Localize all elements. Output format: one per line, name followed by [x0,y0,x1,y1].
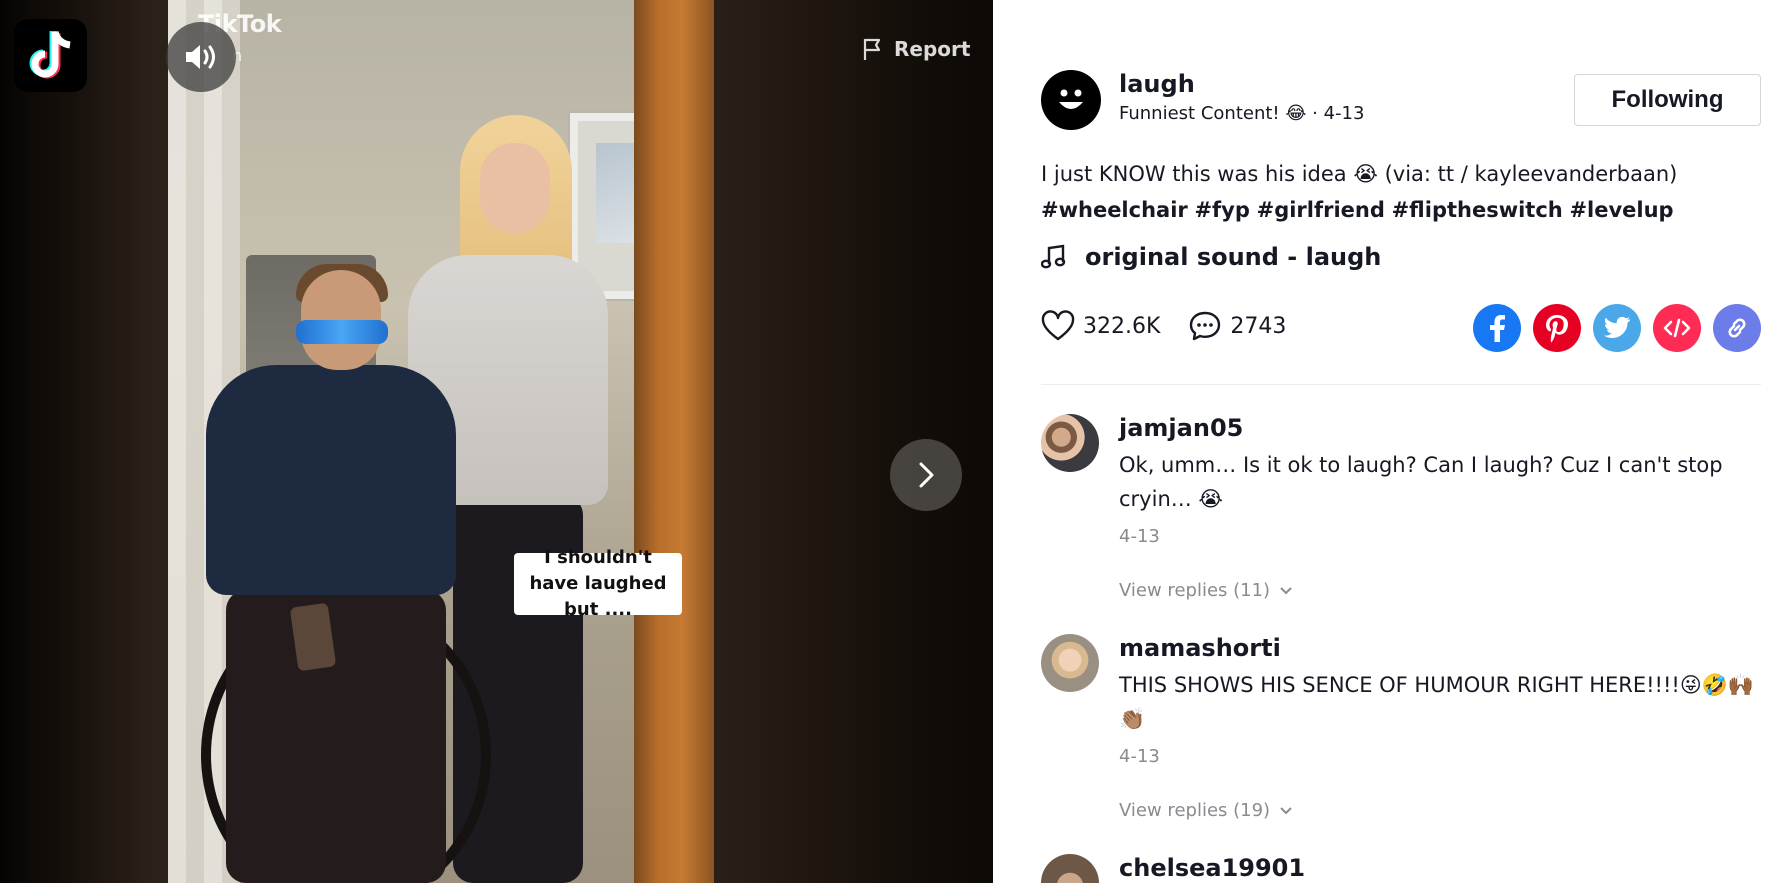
video-caption: I shouldn't have laughed but .... [514,547,682,620]
embed-icon [1663,318,1691,338]
facebook-icon [1490,315,1505,342]
comment-item: chelsea19901 [1041,854,1761,883]
following-button[interactable]: Following [1574,74,1761,126]
view-replies-label: View replies (11) [1119,580,1271,601]
pinterest-icon [1546,315,1568,343]
chevron-right-icon [919,462,934,488]
comment-username[interactable]: mamashorti [1119,634,1281,662]
hashtag-link[interactable]: #wheelchair [1041,198,1188,222]
comment-username[interactable]: jamjan05 [1119,414,1243,442]
hashtag-link[interactable]: #girlfriend [1257,198,1385,222]
report-button[interactable]: Report [862,37,970,61]
sitting-person [196,264,491,883]
comment-text: Ok, umm… Is it ok to laugh? Can I laugh?… [1119,453,1723,511]
speaker-icon [186,45,215,69]
heart-icon [1041,310,1075,341]
report-label: Report [894,37,971,61]
hashtag-link[interactable]: #fyp [1194,198,1249,222]
post-date: · 4-13 [1312,103,1365,124]
twitter-share-button[interactable] [1593,304,1641,352]
comment-button[interactable]: 2743 [1188,310,1286,342]
share-buttons [1473,304,1761,352]
like-count: 322.6K [1083,313,1161,339]
commenter-avatar[interactable] [1041,414,1099,472]
copy-link-button[interactable] [1713,304,1761,352]
pinterest-share-button[interactable] [1533,304,1581,352]
description-text: I just KNOW this was his idea 😭 (via: tt… [1041,162,1678,186]
comment-count: 2743 [1230,313,1287,339]
author-nickname: Funniest Content! 😂 [1119,103,1307,124]
author-name[interactable]: laugh [1119,70,1195,98]
comment-username[interactable]: chelsea19901 [1119,854,1305,882]
hashtag-link[interactable]: #levelup [1569,198,1673,222]
flag-icon [863,38,881,60]
view-replies-button[interactable]: View replies (11) [1119,580,1294,601]
comment-date: 4-13 [1119,746,1160,767]
view-replies-button[interactable]: View replies (19) [1119,800,1294,821]
video-frame[interactable]: I shouldn't have laughed but .... [168,0,714,883]
author-avatar[interactable] [1041,70,1101,130]
comment-text: THIS SHOWS HIS SENCE OF HUMOUR RIGHT HER… [1119,673,1755,731]
video-player[interactable]: I shouldn't have laughed but .... TikTok… [0,0,993,883]
tiktok-note-icon [29,30,71,78]
commenter-avatar[interactable] [1041,634,1099,692]
link-icon [1728,318,1746,338]
comment-date: 4-13 [1119,526,1160,547]
volume-button[interactable] [166,22,236,92]
music-note-icon [1041,244,1066,269]
hashtag-link[interactable]: #fliptheswitch [1392,198,1563,222]
facebook-share-button[interactable] [1473,304,1521,352]
door-edge [634,0,714,883]
music-link[interactable]: original sound - laugh [1041,243,1381,271]
next-video-button[interactable] [890,439,962,511]
author-subtitle: Funniest Content! 😂 · 4-13 [1119,103,1364,124]
embed-share-button[interactable] [1653,304,1701,352]
commenter-avatar[interactable] [1041,854,1099,883]
info-panel: laugh Funniest Content! 😂 · 4-13 Followi… [993,0,1783,883]
twitter-icon [1604,316,1630,338]
video-description: I just KNOW this was his idea 😭 (via: tt… [1041,156,1741,228]
tiktok-logo[interactable] [14,19,87,92]
comment-item: mamashorti THIS SHOWS HIS SENCE OF HUMOU… [1041,634,1761,824]
music-title: original sound - laugh [1085,243,1382,271]
chevron-down-icon [1280,586,1292,594]
divider [1041,384,1761,385]
comment-icon [1190,311,1221,341]
engagement-stats: 322.6K 2743 [1041,310,1286,342]
smiley-icon [1059,89,1083,109]
like-button[interactable]: 322.6K [1041,310,1160,342]
comment-item: jamjan05 Ok, umm… Is it ok to laugh? Can… [1041,414,1761,604]
view-replies-label: View replies (19) [1119,800,1271,821]
chevron-down-icon [1280,806,1292,814]
